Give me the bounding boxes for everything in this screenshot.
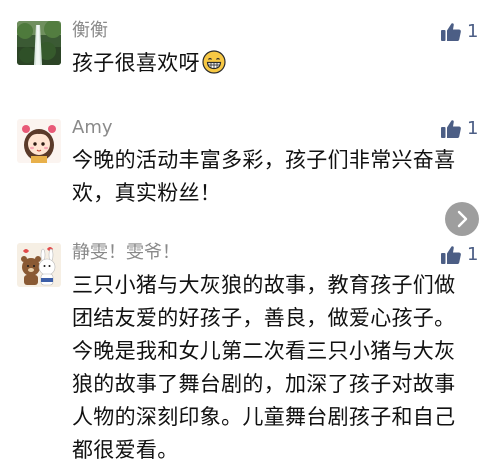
avatar[interactable]	[17, 243, 61, 287]
comment-text: 孩子很喜欢呀	[72, 47, 472, 84]
like-button[interactable]: 1	[440, 118, 490, 140]
comment-text: 今晚的活动丰富多彩，孩子们非常兴奋喜欢，真实粉丝！	[72, 148, 456, 205]
like-count: 1	[467, 21, 479, 42]
avatar[interactable]	[17, 21, 61, 65]
chevron-right-icon	[457, 210, 468, 228]
comment-text: 三只小猪与大灰狼的故事，教育孩子们做团结友爱的好孩子，善良，做爱心孩子。今晚是我…	[72, 273, 456, 462]
commenter-name[interactable]: 静雯！雯爷！	[72, 242, 180, 264]
next-button[interactable]	[445, 202, 479, 236]
thumbs-up-icon	[441, 246, 461, 264]
like-button[interactable]: 1	[440, 21, 490, 43]
avatar[interactable]	[17, 119, 61, 163]
thumbs-up-icon	[441, 23, 461, 41]
grinning-face-icon	[202, 50, 226, 84]
comment-text-content: 孩子很喜欢呀	[72, 51, 200, 75]
like-count: 1	[467, 244, 479, 265]
commenter-name[interactable]: 衡衡	[72, 20, 108, 42]
commenter-name[interactable]: Amy	[72, 117, 113, 139]
like-count: 1	[467, 118, 479, 139]
thumbs-up-icon	[441, 120, 461, 138]
like-button[interactable]: 1	[440, 244, 490, 266]
